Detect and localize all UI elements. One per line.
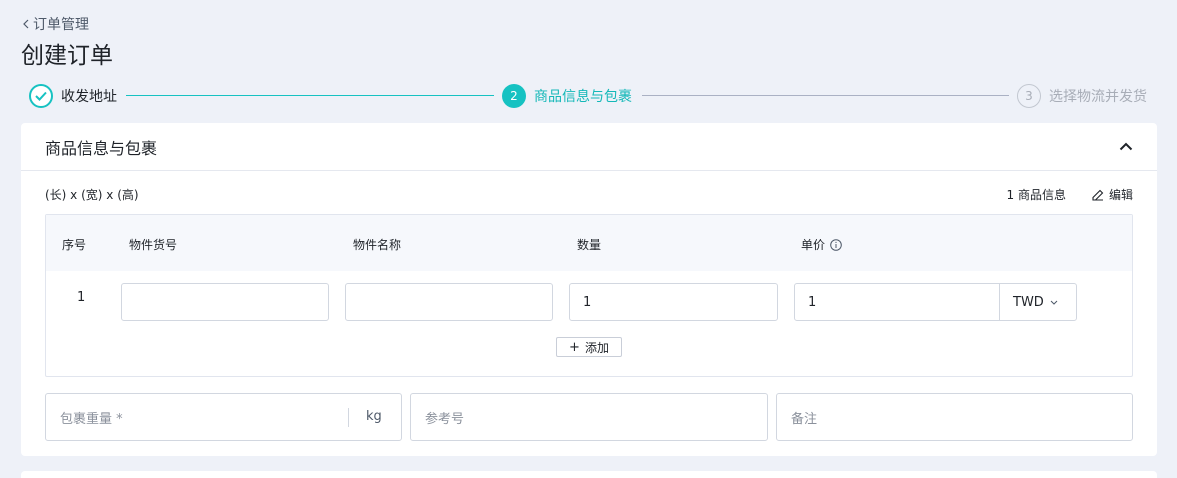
column-header-index: 序号 bbox=[62, 238, 87, 252]
reference-number-placeholder: 参考号 bbox=[425, 411, 465, 427]
edit-icon bbox=[1092, 189, 1104, 201]
step-label: 收发地址 bbox=[61, 89, 117, 105]
goods-package-card: 商品信息与包裹 (长) x (宽) x (高) 1 商品信息 编辑 序号 物件货… bbox=[21, 123, 1157, 456]
dimension-label: (长) x (宽) x (高) bbox=[45, 188, 139, 202]
row-index: 1 bbox=[77, 290, 86, 305]
remark-field[interactable]: 备注 bbox=[776, 393, 1133, 441]
quantity-input[interactable]: 1 bbox=[569, 283, 778, 321]
reference-number-field[interactable]: 参考号 bbox=[410, 393, 768, 441]
weight-unit: kg bbox=[366, 409, 382, 424]
add-item-label: 添加 bbox=[584, 340, 609, 355]
step-number: 3 bbox=[1017, 84, 1041, 108]
item-name-input[interactable] bbox=[345, 283, 553, 321]
step-logistics[interactable]: 3 选择物流并发货 bbox=[1017, 84, 1147, 108]
plus-icon: + bbox=[569, 339, 580, 355]
currency-select[interactable]: TWD bbox=[999, 283, 1077, 321]
back-link-label: 订单管理 bbox=[33, 17, 89, 33]
page-title: 创建订单 bbox=[21, 43, 113, 69]
items-table: 序号 物件货号 物件名称 数量 单价 1 1 1 TWD + 添加 bbox=[45, 214, 1133, 377]
stepper: 收发地址 2 商品信息与包裹 3 选择物流并发货 bbox=[29, 84, 1149, 108]
currency-value: TWD bbox=[1013, 294, 1044, 310]
edit-label: 编辑 bbox=[1108, 188, 1133, 202]
card-header: 商品信息与包裹 bbox=[21, 123, 1157, 171]
step-goods[interactable]: 2 商品信息与包裹 bbox=[502, 84, 632, 108]
step-label: 商品信息与包裹 bbox=[534, 89, 632, 105]
table-header: 序号 物件货号 物件名称 数量 单价 bbox=[46, 215, 1132, 271]
check-icon bbox=[29, 84, 53, 108]
next-section-card bbox=[21, 471, 1157, 478]
column-header-unit-price-label: 单价 bbox=[801, 238, 826, 252]
info-icon[interactable] bbox=[830, 238, 842, 251]
chevron-down-icon bbox=[1050, 300, 1058, 305]
chevron-left-icon bbox=[23, 19, 29, 29]
column-header-quantity: 数量 bbox=[577, 238, 602, 252]
card-title: 商品信息与包裹 bbox=[45, 138, 158, 158]
column-header-sku: 物件货号 bbox=[129, 238, 178, 252]
package-weight-field[interactable]: 包裹重量 * kg bbox=[45, 393, 402, 441]
meta-row: (长) x (宽) x (高) 1 商品信息 编辑 bbox=[45, 186, 1133, 203]
remark-placeholder: 备注 bbox=[791, 411, 818, 427]
unit-divider bbox=[348, 408, 349, 427]
item-count: 1 商品信息 bbox=[1006, 188, 1066, 202]
sku-input[interactable] bbox=[121, 283, 329, 321]
step-number: 2 bbox=[502, 84, 526, 108]
unit-price-input[interactable]: 1 bbox=[794, 283, 1000, 321]
add-item-button[interactable]: + 添加 bbox=[556, 337, 622, 357]
chevron-up-icon[interactable] bbox=[1119, 142, 1133, 151]
meta-actions: 1 商品信息 编辑 bbox=[1007, 186, 1133, 203]
step-address[interactable]: 收发地址 bbox=[29, 84, 117, 108]
step-connector bbox=[642, 95, 1009, 96]
step-label: 选择物流并发货 bbox=[1049, 89, 1147, 105]
edit-button[interactable]: 编辑 bbox=[1092, 186, 1133, 203]
column-header-name: 物件名称 bbox=[353, 238, 402, 252]
back-link[interactable]: 订单管理 bbox=[22, 14, 89, 34]
step-connector bbox=[126, 95, 494, 96]
package-weight-placeholder: 包裹重量 * bbox=[60, 411, 123, 427]
column-header-unit-price: 单价 bbox=[801, 236, 842, 253]
